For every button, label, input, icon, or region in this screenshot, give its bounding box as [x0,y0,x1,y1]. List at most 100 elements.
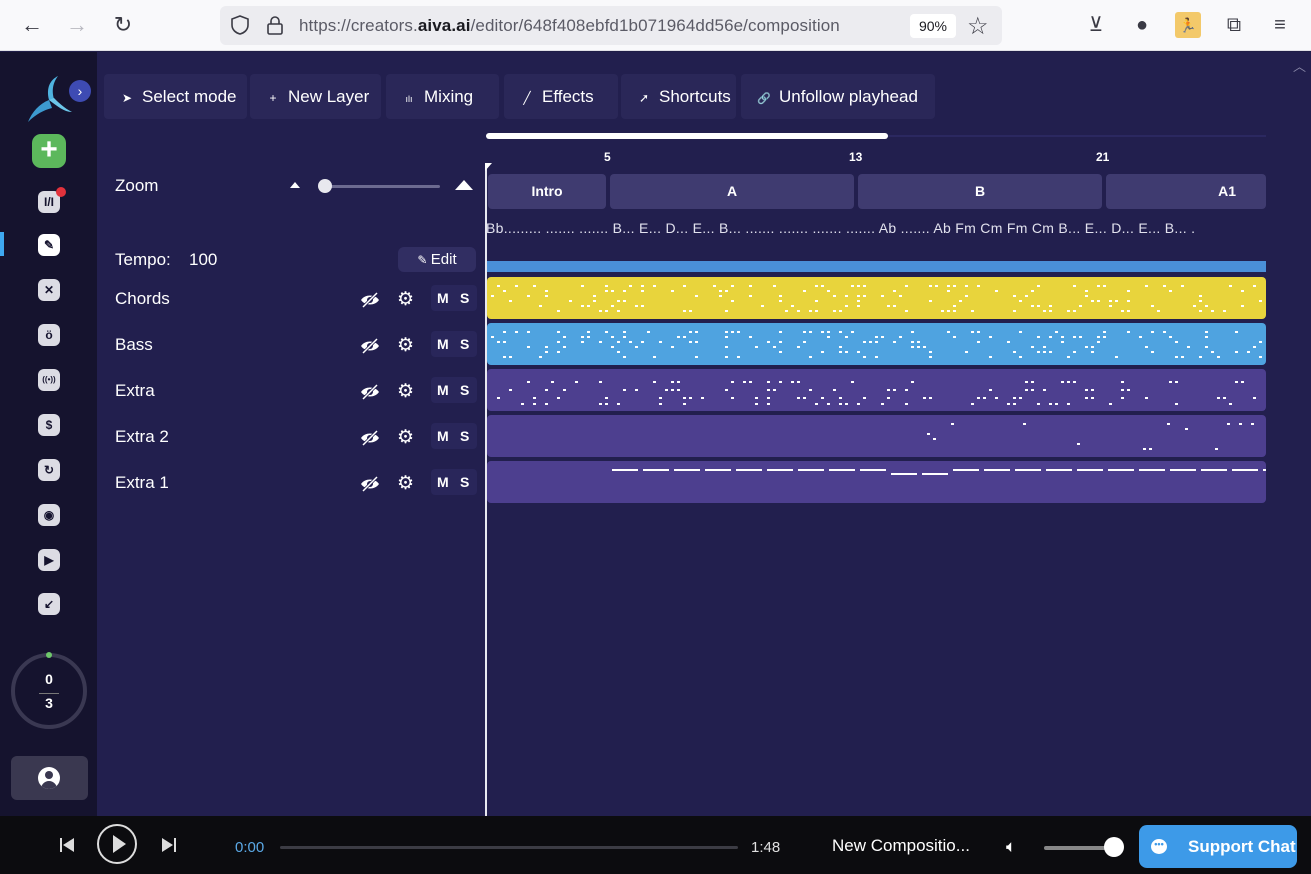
bookmark-star-icon[interactable]: ☆ [967,12,989,41]
zoom-slider-track[interactable] [325,185,440,188]
mute-button[interactable]: M [437,285,449,311]
track-settings-gear-icon[interactable]: ⚙ [397,334,414,357]
effects-button[interactable]: ╱ Effects [504,74,618,119]
visibility-off-eye-icon[interactable] [359,430,381,446]
track-settings-gear-icon[interactable]: ⚙ [397,288,414,311]
expand-sidebar-button[interactable]: › [69,80,91,102]
track-lane[interactable] [487,415,1266,457]
playhead-handle[interactable] [485,163,492,171]
styles-icon[interactable]: ✕ [38,279,60,301]
playhead-line[interactable] [485,164,487,816]
track-settings-gear-icon[interactable]: ⚙ [397,472,414,495]
track-name[interactable]: Bass [115,335,153,355]
section-intro[interactable]: Intro [488,174,606,209]
link-icon: 🔗 [757,93,771,105]
mentions-icon[interactable]: ö [38,324,60,346]
dollar-icon[interactable]: $ [38,414,60,436]
mute-button[interactable]: M [437,377,449,403]
solo-button[interactable]: S [460,285,469,311]
lock-icon[interactable] [264,14,286,36]
download-arrow-icon[interactable]: ↙ [38,593,60,615]
forward-arrow-icon[interactable]: → [64,12,90,38]
section-b[interactable]: B [858,174,1102,209]
visibility-off-eye-icon[interactable] [359,476,381,492]
volume-speaker-icon[interactable]: 🔈︎ [1006,837,1016,857]
aiva-logo-icon[interactable] [24,74,74,124]
discord-icon[interactable]: ◉ [38,504,60,526]
url-text[interactable]: https://creators.aiva.ai/editor/648f408e… [299,16,840,36]
account-button[interactable] [11,756,88,800]
mute-button[interactable]: M [437,331,449,357]
unfollow-playhead-button[interactable]: 🔗 Unfollow playhead [741,74,935,119]
support-chat-button[interactable]: ••• Support Chat [1139,825,1297,868]
section-a[interactable]: A [610,174,854,209]
note [1109,305,1112,307]
zoom-out-mountain-icon[interactable] [290,182,300,188]
reload-icon[interactable]: ↻ [110,12,136,38]
track-lane[interactable] [487,461,1266,503]
skip-previous-icon[interactable] [58,835,76,855]
track-lane[interactable] [487,323,1266,365]
track-lane[interactable] [487,369,1266,411]
note [911,346,914,348]
note [995,290,998,292]
new-layer-button[interactable]: + New Layer [250,74,381,119]
timeline-scrollbar-thumb[interactable] [486,133,888,139]
track-lane[interactable] [487,277,1266,319]
track-name[interactable]: Extra 1 [115,473,169,493]
note [515,285,518,287]
page-zoom-badge[interactable]: 90% [910,14,956,38]
mixing-button[interactable]: ılı Mixing [386,74,499,119]
shortcuts-button[interactable]: ➚ Shortcuts [621,74,736,119]
hamburger-menu-icon[interactable]: ≡ [1267,12,1293,38]
track-name[interactable]: Chords [115,289,170,309]
volume-slider-thumb[interactable] [1104,837,1124,857]
zoom-in-mountain-icon[interactable] [455,180,473,190]
track-settings-gear-icon[interactable]: ⚙ [397,380,414,403]
chord-progression[interactable]: Bb......... ....... ....... B... E... D.… [486,220,1266,236]
broadcast-icon[interactable]: ((•)) [38,369,60,391]
visibility-off-eye-icon[interactable] [359,292,381,308]
history-icon[interactable]: ↻ [38,459,60,481]
note [929,397,932,399]
extensions-puzzle-icon[interactable]: ⧉ [1221,12,1247,38]
composition-title[interactable]: New Compositio... [832,836,970,856]
note [1211,351,1214,353]
mute-button[interactable]: M [437,469,449,495]
mute-button[interactable]: M [437,423,449,449]
visibility-off-eye-icon[interactable] [359,384,381,400]
playback-progress-bar[interactable] [280,846,738,849]
note [905,389,908,391]
note [725,290,728,292]
note [725,346,728,348]
select-mode-button[interactable]: ➤ Select mode [104,74,247,119]
editor-pencil-icon[interactable]: ✎ [38,234,60,256]
tempo-track-bar[interactable] [487,261,1266,272]
pocket-icon[interactable]: ⊻ [1083,12,1109,38]
scroll-up-chevron-icon[interactable]: ︿ [1293,56,1306,75]
solo-button[interactable]: S [460,423,469,449]
zoom-slider-thumb[interactable] [318,179,332,193]
note [527,346,530,348]
extension-clipboard-icon[interactable]: 🏃 [1175,12,1201,38]
tutorial-play-icon[interactable]: ▶ [38,549,60,571]
track-name[interactable]: Extra 2 [115,427,169,447]
skip-next-icon[interactable] [160,835,178,855]
note [605,285,608,287]
solo-button[interactable]: S [460,469,469,495]
edit-tempo-button[interactable]: ✎ Edit [398,247,476,272]
solo-button[interactable]: S [460,377,469,403]
play-button[interactable] [97,824,137,864]
extension-bubbles-icon[interactable]: ● [1129,12,1155,38]
track-settings-gear-icon[interactable]: ⚙ [397,426,414,449]
shield-icon[interactable] [229,14,251,36]
note [533,403,536,405]
visibility-off-eye-icon[interactable] [359,338,381,354]
section-a1[interactable]: A1 [1106,174,1266,209]
address-bar[interactable]: https://creators.aiva.ai/editor/648f408e… [220,6,1002,45]
new-composition-button[interactable]: + [32,134,66,168]
solo-button[interactable]: S [460,331,469,357]
back-arrow-icon[interactable]: ← [19,12,45,38]
track-name[interactable]: Extra [115,381,155,401]
note [857,403,860,405]
